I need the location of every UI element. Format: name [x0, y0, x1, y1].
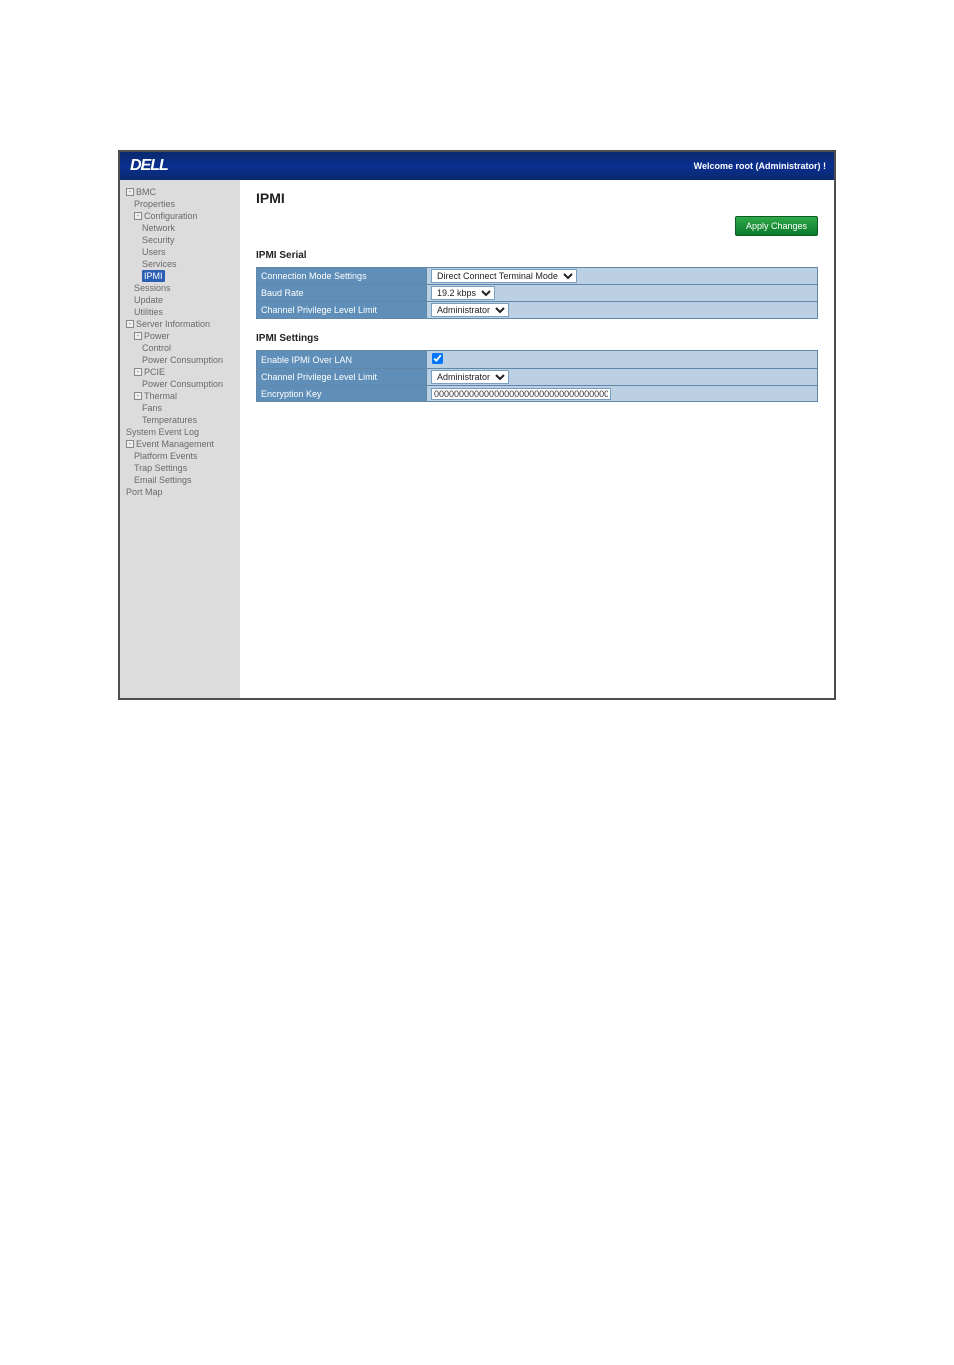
serial-priv-label: Channel Privilege Level Limit — [257, 302, 427, 319]
nav-services[interactable]: Services — [142, 258, 177, 270]
nav-trap-settings[interactable]: Trap Settings — [134, 462, 187, 474]
connection-mode-select[interactable]: Direct Connect Terminal Mode — [431, 269, 577, 283]
nav-platform-events[interactable]: Platform Events — [134, 450, 198, 462]
nav-control[interactable]: Control — [142, 342, 171, 354]
nav-update[interactable]: Update — [134, 294, 163, 306]
minus-icon[interactable]: - — [126, 320, 134, 328]
section-title-settings: IPMI Settings — [256, 333, 818, 344]
page-title: IPMI — [256, 190, 818, 206]
minus-icon[interactable]: - — [134, 212, 142, 220]
minus-icon[interactable]: - — [134, 368, 142, 376]
nav-pcie[interactable]: PCIE — [144, 366, 165, 378]
nav-server-information[interactable]: Server Information — [136, 318, 210, 330]
nav-utilities[interactable]: Utilities — [134, 306, 163, 318]
nav-email-settings[interactable]: Email Settings — [134, 474, 192, 486]
section-title-serial: IPMI Serial — [256, 250, 818, 261]
minus-icon[interactable]: - — [126, 188, 134, 196]
nav-bmc[interactable]: BMC — [136, 186, 156, 198]
nav-power-consumption[interactable]: Power Consumption — [142, 354, 223, 366]
nav-fans[interactable]: Fans — [142, 402, 162, 414]
apply-changes-button[interactable]: Apply Changes — [735, 216, 818, 236]
nav-configuration[interactable]: Configuration — [144, 210, 198, 222]
enable-lan-label: Enable IPMI Over LAN — [257, 351, 427, 369]
nav-security[interactable]: Security — [142, 234, 175, 246]
nav-thermal[interactable]: Thermal — [144, 390, 177, 402]
baud-rate-select[interactable]: 19.2 kbps — [431, 286, 495, 300]
enable-lan-checkbox[interactable] — [432, 353, 443, 364]
ipmi-serial-table: Connection Mode Settings Direct Connect … — [256, 267, 818, 319]
minus-icon[interactable]: - — [134, 332, 142, 340]
nav-system-event-log[interactable]: System Event Log — [126, 426, 199, 438]
serial-priv-select[interactable]: Administrator — [431, 303, 509, 317]
ipmi-settings-table: Enable IPMI Over LAN Channel Privilege L… — [256, 350, 818, 402]
dell-logo: DELL — [130, 157, 168, 175]
nav-properties[interactable]: Properties — [134, 198, 175, 210]
connection-mode-label: Connection Mode Settings — [257, 268, 427, 285]
minus-icon[interactable]: - — [134, 392, 142, 400]
app-frame: DELL Welcome root (Administrator) ! -BMC… — [118, 150, 836, 700]
content: IPMI Apply Changes IPMI Serial Connectio… — [240, 180, 834, 698]
nav-users[interactable]: Users — [142, 246, 166, 258]
baud-rate-label: Baud Rate — [257, 285, 427, 302]
minus-icon[interactable]: - — [126, 440, 134, 448]
sidebar: -BMC Properties -Configuration Network S… — [120, 180, 240, 698]
encryption-key-input[interactable] — [431, 388, 611, 400]
encryption-key-label: Encryption Key — [257, 386, 427, 402]
nav-power[interactable]: Power — [144, 330, 170, 342]
settings-priv-label: Channel Privilege Level Limit — [257, 369, 427, 386]
nav-sessions[interactable]: Sessions — [134, 282, 171, 294]
welcome-text: Welcome root (Administrator) ! — [694, 161, 826, 171]
nav-pcie-power-consumption[interactable]: Power Consumption — [142, 378, 223, 390]
nav-network[interactable]: Network — [142, 222, 175, 234]
header-bar: DELL Welcome root (Administrator) ! — [120, 152, 834, 180]
nav-temperatures[interactable]: Temperatures — [142, 414, 197, 426]
nav-event-management[interactable]: Event Management — [136, 438, 214, 450]
nav-ipmi[interactable]: IPMI — [142, 270, 165, 282]
settings-priv-select[interactable]: Administrator — [431, 370, 509, 384]
nav-port-map[interactable]: Port Map — [126, 486, 163, 498]
